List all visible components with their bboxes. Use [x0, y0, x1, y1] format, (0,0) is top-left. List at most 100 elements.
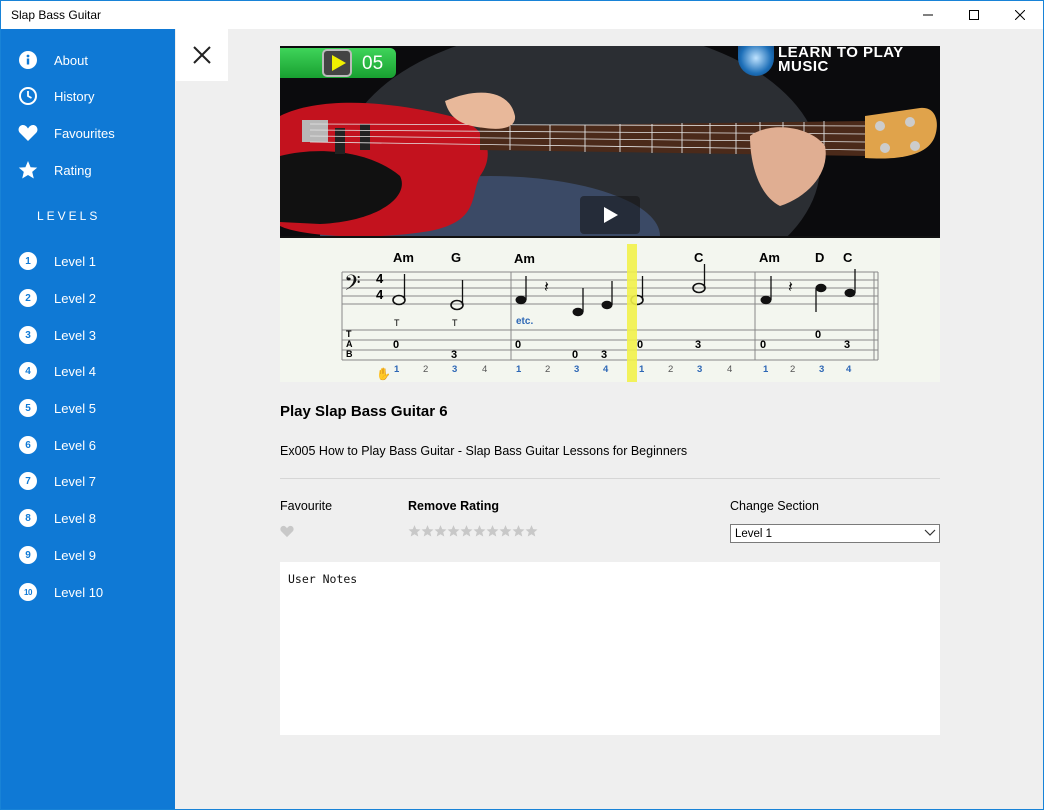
level-number-badge: 1	[19, 252, 37, 270]
sidebar-item-history[interactable]: History	[1, 79, 175, 113]
beat-count: 3	[574, 364, 580, 375]
tab-number: 0	[393, 339, 400, 351]
tab-letter: B	[346, 349, 353, 359]
star-icon[interactable]	[408, 524, 421, 538]
sidebar-item-label: Rating	[54, 162, 92, 178]
sidebar-item-label: Level 1	[54, 253, 96, 269]
notation-strip: 𝄢 𝄽 𝄽 ✋ Am G Am C Am D C 4 4 T T etc. T …	[280, 238, 940, 382]
sidebar-item-label: About	[54, 52, 88, 68]
beat-count: 1	[639, 364, 645, 375]
star-icon[interactable]	[512, 524, 525, 538]
user-notes-input[interactable]: User Notes	[280, 562, 940, 735]
tab-letter: A	[346, 339, 353, 349]
sidebar-item-label: Favourites	[54, 125, 115, 141]
beat-count: 2	[790, 364, 796, 375]
minimize-button[interactable]	[905, 1, 951, 29]
etc-label: etc.	[516, 316, 534, 327]
beat-count: 3	[697, 364, 703, 375]
beat-count: 2	[668, 364, 674, 375]
tab-number: 3	[451, 349, 458, 361]
svg-text:𝄽: 𝄽	[544, 277, 549, 296]
section-select[interactable]: Level 1	[730, 524, 940, 543]
sidebar-item-level-2[interactable]: 2 Level 2	[1, 281, 175, 315]
star-icon[interactable]	[460, 524, 473, 538]
favourite-toggle[interactable]	[280, 525, 294, 543]
sidebar-item-level-10[interactable]: 10 Level 10	[1, 575, 175, 609]
window-close-button[interactable]	[997, 1, 1043, 29]
beat-count: 4	[727, 364, 733, 375]
beat-count: 1	[516, 364, 522, 375]
tab-number: 0	[637, 339, 644, 351]
tab-number: 0	[572, 349, 579, 361]
sidebar-item-level-4[interactable]: 4 Level 4	[1, 354, 175, 388]
star-icon[interactable]	[499, 524, 512, 538]
star-icon[interactable]	[486, 524, 499, 538]
sidebar-item-level-3[interactable]: 3 Level 3	[1, 318, 175, 352]
star-icon[interactable]	[421, 524, 434, 538]
sidebar-item-level-1[interactable]: 1 Level 1	[1, 244, 175, 278]
playhead-cursor	[627, 244, 637, 382]
level-number-badge: 7	[19, 472, 37, 490]
exercise-counter: 05	[280, 48, 396, 78]
minimize-icon	[923, 14, 933, 16]
beat-count: 2	[423, 364, 429, 375]
level-number-badge: 9	[19, 546, 37, 564]
sidebar-item-level-9[interactable]: 9 Level 9	[1, 538, 175, 572]
sidebar-item-level-7[interactable]: 7 Level 7	[1, 464, 175, 498]
star-icon	[18, 160, 38, 180]
sidebar-item-level-5[interactable]: 5 Level 5	[1, 391, 175, 425]
star-icon[interactable]	[434, 524, 447, 538]
lesson-title: Play Slap Bass Guitar 6	[280, 403, 448, 420]
star-icon[interactable]	[447, 524, 460, 538]
sidebar-item-favourites[interactable]: Favourites	[1, 116, 175, 150]
sidebar-item-label: History	[54, 88, 95, 104]
maximize-icon	[969, 10, 979, 20]
sidebar-item-rating[interactable]: Rating	[1, 153, 175, 187]
divider	[280, 478, 940, 479]
exercise-number: 05	[362, 53, 384, 74]
clock-icon	[18, 86, 38, 106]
star-icon[interactable]	[525, 524, 538, 538]
beat-count-row: 1 2 3 4 1 2 3 4 1 2 3 4 1 2 3 4	[280, 364, 940, 378]
level-number-badge: 3	[19, 326, 37, 344]
beat-count: 4	[603, 364, 609, 375]
chord-label: D	[815, 250, 825, 265]
tab-number: 0	[815, 329, 822, 341]
heart-icon	[280, 525, 294, 538]
window-title: Slap Bass Guitar	[11, 8, 102, 22]
close-icon	[1015, 10, 1025, 20]
channel-logo: LEARN TO PLAY MUSIC	[778, 46, 904, 75]
close-pane-button[interactable]	[176, 29, 228, 81]
tab-number: 3	[601, 349, 608, 361]
rating-stars	[408, 524, 538, 538]
chord-label: C	[843, 250, 853, 265]
tab-number: 0	[760, 339, 767, 351]
user-notes-text: User Notes	[288, 572, 358, 586]
sidebar-item-about[interactable]: About	[1, 43, 175, 77]
beat-count: 1	[394, 364, 400, 375]
tab-number: 3	[695, 339, 702, 351]
star-icon[interactable]	[473, 524, 486, 538]
play-icon	[604, 207, 618, 223]
remove-rating-button[interactable]: Remove Rating	[408, 499, 499, 513]
play-video-button[interactable]	[580, 196, 640, 234]
play-icon	[322, 49, 352, 77]
level-number-badge: 4	[19, 362, 37, 380]
lesson-description: Ex005 How to Play Bass Guitar - Slap Bas…	[280, 444, 688, 458]
sidebar-item-level-6[interactable]: 6 Level 6	[1, 428, 175, 462]
chord-label: Am	[759, 250, 780, 265]
sidebar-item-label: Level 3	[54, 327, 96, 343]
beat-count: 1	[763, 364, 769, 375]
sidebar-item-label: Level 10	[54, 584, 104, 600]
maximize-button[interactable]	[951, 1, 997, 29]
beat-count: 2	[545, 364, 551, 375]
chord-label: G	[451, 250, 462, 265]
info-icon	[18, 50, 38, 70]
sidebar-item-label: Level 4	[54, 363, 96, 379]
sidebar-item-level-8[interactable]: 8 Level 8	[1, 501, 175, 535]
sidebar-item-label: Level 5	[54, 400, 96, 416]
sidebar-item-label: Level 8	[54, 510, 96, 526]
tab-number: 0	[515, 339, 522, 351]
video-player[interactable]: 05 LEARN TO PLAY MUSIC 𝄢 𝄽 𝄽 ✋ Am G Am C…	[280, 46, 940, 382]
heart-icon	[18, 123, 38, 143]
